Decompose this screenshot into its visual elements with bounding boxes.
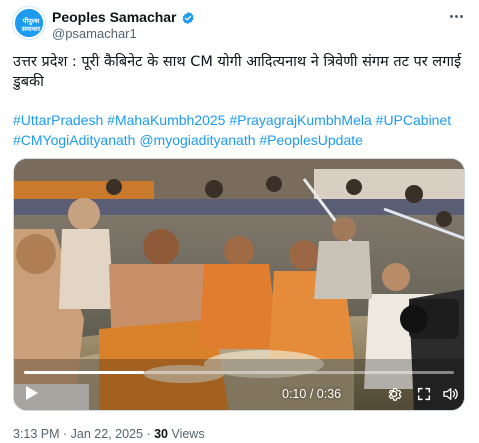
- speaker-icon[interactable]: [441, 385, 459, 403]
- views-count: 30: [154, 427, 168, 441]
- gear-icon[interactable]: [385, 385, 403, 403]
- hashtags-line-1[interactable]: #UttarPradesh #MahaKumbh2025 #PrayagrajK…: [13, 112, 451, 128]
- avatar[interactable]: पीपुल्स समाचार: [13, 7, 45, 39]
- meta-separator: ·: [142, 427, 155, 441]
- hashtags-line-2[interactable]: #CMYogiAdityanath @myogiadityanath #Peop…: [13, 132, 363, 148]
- video-current-time: 0:10: [282, 387, 307, 401]
- video-progress-fill: [24, 371, 145, 374]
- tweet-text: उत्तर प्रदेश : पूरी कैबिनेट के साथ CM यो…: [13, 54, 462, 90]
- tweet-date[interactable]: Jan 22, 2025: [71, 427, 143, 441]
- video-progress-bar[interactable]: [24, 371, 454, 374]
- handle[interactable]: @psamachar1: [52, 26, 137, 41]
- tweet-time[interactable]: 3:13 PM: [13, 427, 60, 441]
- video-time: 0:10 / 0:36: [282, 387, 341, 401]
- video-player[interactable]: 0:10 / 0:36: [13, 158, 465, 411]
- video-duration: 0:36: [316, 387, 342, 401]
- more-horizontal-icon[interactable]: [445, 8, 467, 24]
- verified-badge-icon: [181, 10, 195, 25]
- svg-text:समाचार: समाचार: [21, 25, 41, 33]
- tweet: पीपुल्स समाचार Peoples Samachar @psamach…: [0, 0, 479, 443]
- meta-separator: ·: [59, 427, 71, 441]
- views-label: Views: [167, 427, 205, 441]
- video-controls: 0:10 / 0:36: [14, 381, 464, 407]
- expand-icon[interactable]: [415, 385, 433, 403]
- svg-text:पीपुल्स: पीपुल्स: [22, 17, 40, 25]
- video-time-separator: /: [306, 387, 317, 401]
- play-icon[interactable]: [24, 384, 40, 402]
- author-name-row: Peoples Samachar: [52, 9, 195, 25]
- display-name[interactable]: Peoples Samachar: [52, 9, 177, 25]
- tweet-hashtags: #UttarPradesh #MahaKumbh2025 #PrayagrajK…: [13, 110, 468, 150]
- tweet-meta: 3:13 PM · Jan 22, 2025 · 30 Views: [13, 427, 205, 441]
